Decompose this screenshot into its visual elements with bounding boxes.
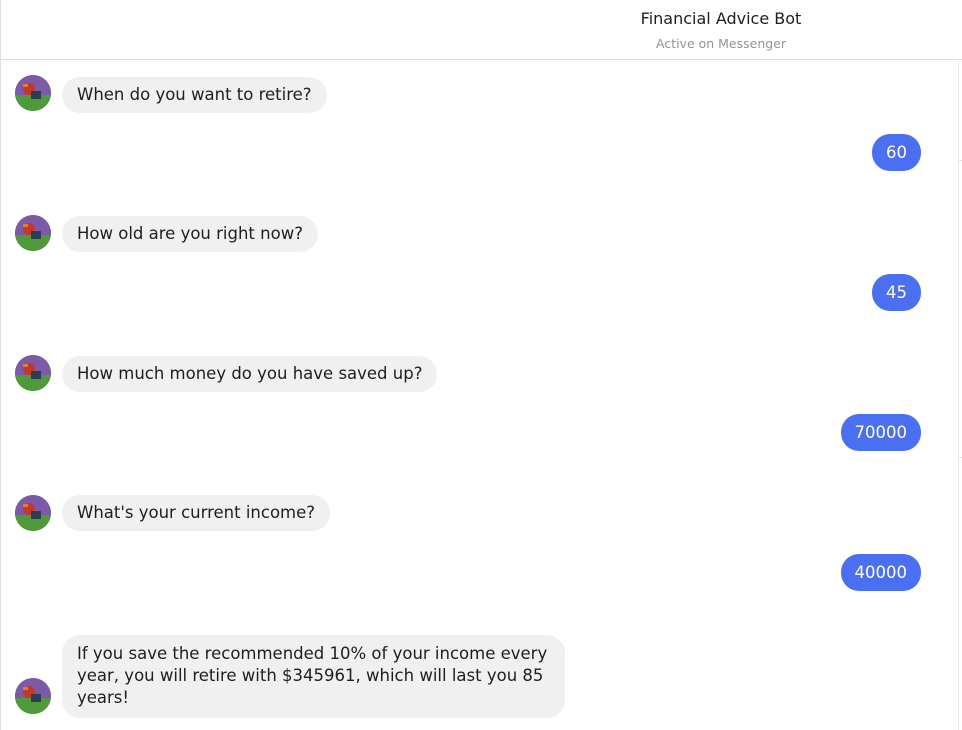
bot-avatar-icon[interactable] <box>15 355 51 391</box>
bot-avatar-icon[interactable] <box>15 495 51 531</box>
user-message: 60 <box>872 134 921 171</box>
bot-avatar-icon[interactable] <box>15 215 51 251</box>
bot-avatar-icon[interactable] <box>15 678 51 714</box>
user-message: 45 <box>872 274 921 311</box>
active-status: Active on Messenger <box>655 36 787 51</box>
bot-message: How much money do you have saved up? <box>62 356 438 392</box>
conversation-title[interactable]: Financial Advice Bot <box>481 9 961 28</box>
bot-message: How old are you right now? <box>62 216 318 252</box>
user-message: 70000 <box>840 414 921 451</box>
conversation-header: Financial Advice Bot Active on Messenger <box>1 0 962 60</box>
bot-avatar-icon[interactable] <box>15 75 51 111</box>
user-message: 40000 <box>840 554 921 591</box>
bot-message: If you save the recommended 10% of your … <box>62 635 565 718</box>
bot-message: When do you want to retire? <box>62 77 327 113</box>
messenger-window: Financial Advice Bot Active on Messenger… <box>0 0 962 730</box>
bot-message: What's your current income? <box>62 495 331 531</box>
